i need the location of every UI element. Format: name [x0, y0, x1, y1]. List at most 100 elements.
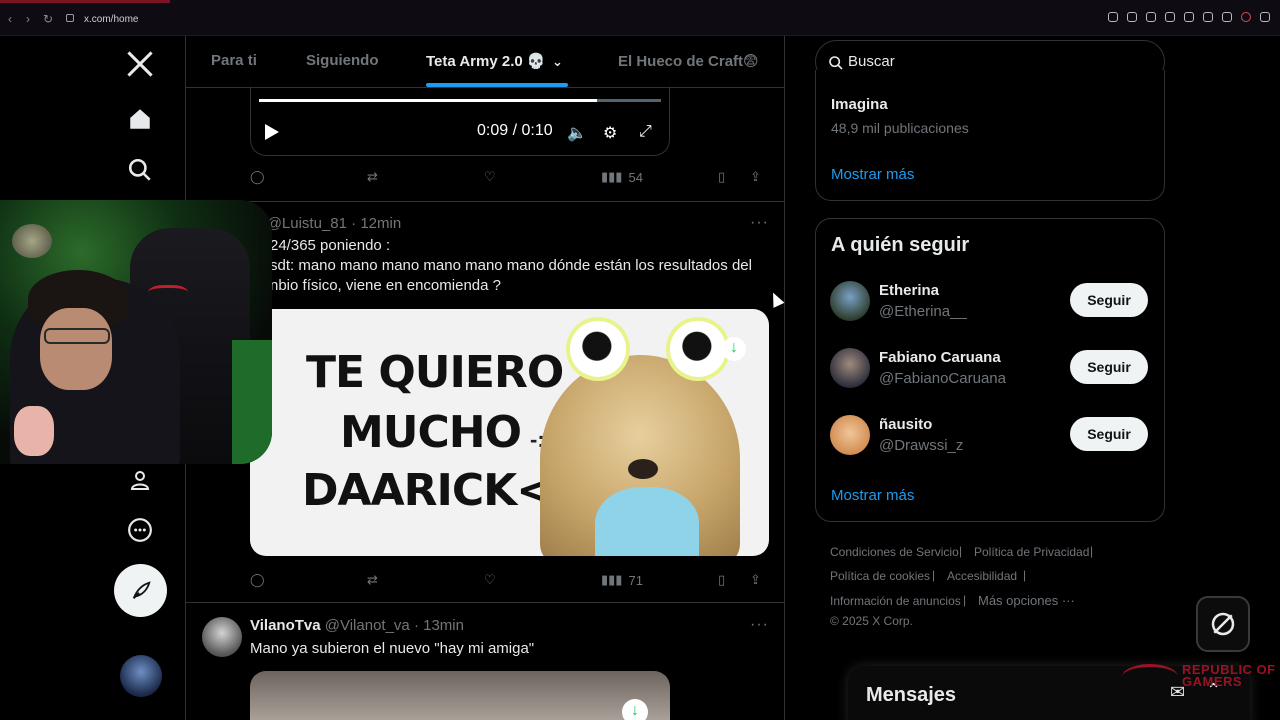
search-icon[interactable]	[120, 150, 160, 190]
reply-icon[interactable]: ◯	[250, 169, 265, 185]
like-icon[interactable]: ♡	[484, 572, 496, 588]
share-icon[interactable]: ⇪	[750, 572, 761, 588]
separator-dot: ·	[413, 617, 419, 634]
dog-nose	[628, 459, 658, 479]
user-handle: @Drawssi_z	[879, 437, 964, 454]
rog-logo-icon	[1122, 664, 1178, 690]
post-text: 24/365 poniendo : sdt: mano mano mano ma…	[270, 236, 752, 296]
messages-title: Mensajes	[866, 684, 957, 706]
accessibility-link[interactable]: Accesibilidad	[947, 569, 1017, 583]
follow-button[interactable]: Seguir	[1070, 350, 1148, 384]
download-icon[interactable]: ↓	[622, 699, 648, 720]
user-avatar[interactable]	[830, 281, 870, 321]
ads-info-link[interactable]: Información de anuncios	[830, 594, 961, 608]
volume-icon[interactable]: 🔈	[567, 123, 587, 143]
follow-button[interactable]: Seguir	[1070, 417, 1148, 451]
image-text-line: TE QUIERO	[306, 347, 564, 398]
back-icon[interactable]: ‹	[8, 12, 12, 26]
like-icon[interactable]: ♡	[484, 169, 496, 185]
share-icon[interactable]: ⇪	[750, 169, 761, 185]
reply-icon[interactable]: ◯	[250, 572, 265, 588]
tab-teta-army[interactable]: Teta Army 2.0 💀	[426, 52, 546, 70]
author-name[interactable]: VilanoTva	[250, 617, 321, 634]
bookmark-icon[interactable]: ▯	[718, 169, 725, 185]
profile-icon[interactable]	[120, 460, 160, 500]
tab-el-hueco[interactable]: El Hueco de Craft😨	[618, 52, 759, 70]
separator: |	[1090, 544, 1094, 558]
pin-icon[interactable]	[1127, 12, 1137, 22]
follow-button[interactable]: Seguir	[1070, 283, 1148, 317]
shield-icon[interactable]	[1165, 12, 1175, 22]
play-icon[interactable]	[265, 124, 279, 140]
account-avatar[interactable]	[120, 655, 162, 697]
googly-eye	[570, 321, 626, 377]
follow-suggestion[interactable]: ñausito @Drawssi_z Seguir	[830, 415, 1150, 465]
fullscreen-icon[interactable]: ⤢	[639, 123, 652, 141]
repost-icon[interactable]: ⇄	[367, 169, 378, 185]
user-name[interactable]: Etherina	[879, 282, 939, 299]
address-bar[interactable]: x.com/home	[84, 14, 138, 25]
card-title: A quién seguir	[831, 234, 970, 256]
video-progress-bar[interactable]	[259, 99, 661, 102]
user-avatar[interactable]	[830, 415, 870, 455]
trend-count: 48,9 mil publicaciones	[831, 120, 969, 136]
zoom-icon[interactable]	[1108, 12, 1118, 22]
profile-icon[interactable]	[1241, 12, 1251, 22]
screenshot-icon[interactable]	[1146, 12, 1156, 22]
bookmark-icon[interactable]: ▯	[718, 572, 725, 588]
follow-suggestion[interactable]: Etherina @Etherina__ Seguir	[830, 281, 1150, 331]
more-options-link[interactable]: Más opciones ···	[978, 593, 1075, 608]
reload-icon[interactable]: ↻	[43, 12, 53, 26]
active-tab-indicator	[0, 0, 170, 3]
video-time: 0:09 / 0:10	[477, 122, 553, 139]
more-options-icon[interactable]	[120, 510, 160, 550]
views-button[interactable]: ▮▮▮ 71	[601, 572, 643, 588]
views-button[interactable]: ▮▮▮ 54	[601, 169, 643, 185]
post-time[interactable]: 12min	[360, 215, 401, 232]
streamer-face	[40, 308, 112, 390]
show-more-follow[interactable]: Mostrar más	[831, 487, 914, 504]
forward-icon[interactable]: ›	[26, 12, 30, 26]
follow-suggestion[interactable]: Fabiano Caruana @FabianoCaruana Seguir	[830, 348, 1150, 398]
terms-link[interactable]: Condiciones de Servicio	[830, 545, 959, 559]
tab-siguiendo[interactable]: Siguiendo	[306, 52, 379, 69]
trend-name[interactable]: Imagina	[831, 96, 888, 113]
show-more-trends[interactable]: Mostrar más	[831, 166, 914, 183]
tab-para-ti[interactable]: Para ti	[211, 52, 257, 69]
extensions-icon[interactable]	[1222, 12, 1232, 22]
overlay-widget[interactable]	[1196, 596, 1250, 652]
separator: |	[1023, 568, 1027, 582]
more-icon[interactable]: ···	[750, 616, 769, 634]
repost-icon[interactable]: ⇄	[367, 572, 378, 588]
separator: |	[963, 593, 967, 607]
privacy-link[interactable]: Política de Privacidad	[974, 545, 1089, 559]
user-name[interactable]: Fabiano Caruana	[879, 349, 1001, 366]
post-text-line: 24/365 poniendo :	[270, 237, 391, 254]
more-icon[interactable]: ···	[750, 214, 769, 232]
user-avatar[interactable]	[830, 348, 870, 388]
video-player[interactable]: 0:09 / 0:10 🔈 ⚙ ⤢	[250, 76, 670, 156]
play-icon[interactable]	[1184, 12, 1194, 22]
search-icon	[829, 56, 843, 70]
post-header: VilanoTva @Vilanot_va · 13min	[250, 617, 464, 634]
views-icon: ▮▮▮	[601, 169, 623, 184]
download-icon[interactable]: ↓	[722, 337, 746, 361]
heart-icon[interactable]	[1203, 12, 1213, 22]
cookies-link[interactable]: Política de cookies	[830, 569, 930, 583]
views-icon: ▮▮▮	[601, 572, 623, 587]
post-time[interactable]: 13min	[423, 617, 464, 634]
settings-icon[interactable]: ⚙	[603, 123, 617, 143]
chevron-down-icon[interactable]: ⌄	[552, 54, 563, 70]
post-image[interactable]: ↓	[250, 671, 670, 720]
menu-icon[interactable]	[1260, 12, 1270, 22]
post-image[interactable]: TE QUIERO MUCHO DAARICK<3 -:v ↓	[250, 309, 769, 556]
compose-post-button[interactable]	[114, 564, 167, 617]
green-light	[232, 340, 272, 464]
home-icon[interactable]	[120, 99, 160, 139]
user-name[interactable]: ñausito	[879, 416, 932, 433]
author-handle[interactable]: @Vilanot_va	[325, 617, 410, 634]
timeline-tabs: Para ti Siguiendo Teta Army 2.0 💀 ⌄ El H…	[186, 36, 784, 88]
author-avatar[interactable]	[202, 617, 242, 657]
x-logo-icon[interactable]	[120, 44, 160, 84]
author-handle[interactable]: @Luistu_81	[267, 215, 347, 232]
